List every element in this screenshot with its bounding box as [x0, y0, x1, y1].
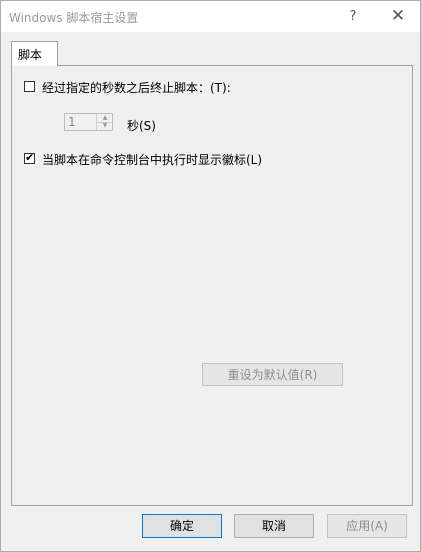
cancel-button[interactable]: 取消	[234, 514, 314, 538]
tab-script[interactable]: 脚本	[11, 41, 58, 66]
checkmark-icon: ✔	[25, 151, 35, 164]
tab-panel-script	[11, 65, 413, 506]
help-button[interactable]: ?	[331, 1, 375, 32]
stop-after-checkbox[interactable]	[24, 81, 35, 92]
seconds-spinbox[interactable]: 1 ▲ ▼	[64, 113, 113, 131]
window-title: Windows 脚本宿主设置	[9, 11, 139, 25]
show-logo-checkbox[interactable]: ✔	[24, 151, 35, 164]
tab-strip: 脚本	[11, 41, 413, 66]
spin-down-icon[interactable]: ▼	[96, 122, 113, 130]
reset-defaults-button[interactable]: 重设为默认值(R)	[202, 363, 343, 386]
stop-after-label: 经过指定的秒数之后终止脚本：(T):	[42, 81, 231, 95]
seconds-value: 1	[68, 115, 76, 129]
ok-button[interactable]: 确定	[142, 514, 222, 538]
apply-button[interactable]: 应用(A)	[327, 514, 407, 538]
tab-script-label: 脚本	[18, 48, 43, 62]
show-logo-label: 当脚本在命令控制台中执行时显示徽标(L)	[42, 153, 263, 167]
title-bar: Windows 脚本宿主设置 ? ✕	[1, 1, 420, 32]
seconds-unit-label: 秒(S)	[127, 119, 156, 133]
dialog-window: Windows 脚本宿主设置 ? ✕ 脚本 经过指定的秒数之后终止脚本：(T):…	[0, 0, 421, 552]
close-button[interactable]: ✕	[376, 1, 420, 32]
